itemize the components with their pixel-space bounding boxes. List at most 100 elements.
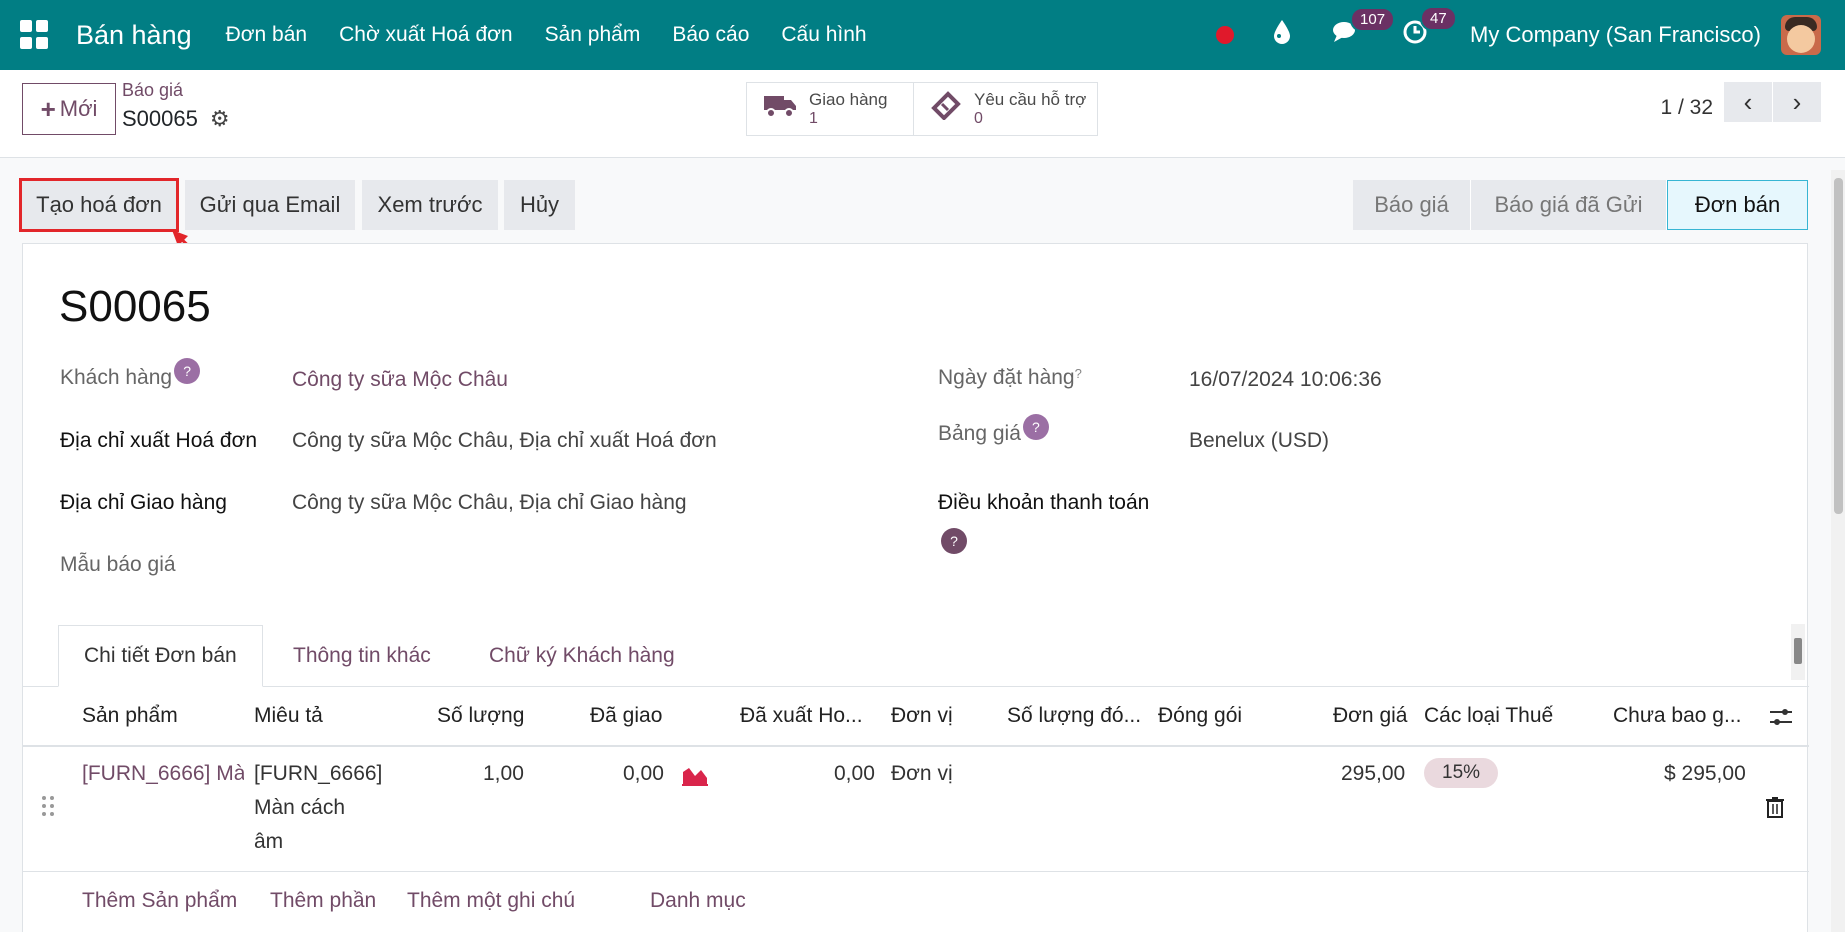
highlight-box [19, 178, 179, 232]
invoice-address-value[interactable]: Công ty sữa Mộc Châu, Địa chỉ xuất Hoá đ… [292, 429, 717, 453]
gear-icon[interactable]: ⚙ [210, 106, 230, 132]
support-label: Yêu cầu hỗ trợ [974, 90, 1087, 109]
delivery-address-label: Địa chỉ Giao hàng [60, 491, 227, 514]
col-taxes[interactable]: Các loại Thuế [1424, 704, 1553, 728]
breadcrumb[interactable]: Báo giá [122, 80, 183, 101]
record-name: S00065 ⚙ [122, 106, 230, 132]
line-subtotal: $ 295,00 [1664, 762, 1746, 785]
help-mark[interactable]: ? [1075, 366, 1082, 381]
menu-orders[interactable]: Đơn bán [226, 23, 308, 47]
new-button-label: Mới [59, 96, 98, 121]
area-chart-icon[interactable] [681, 764, 709, 791]
delivery-label: Giao hàng [809, 90, 888, 109]
payment-terms-label: Điều khoản thanh toán [938, 491, 1150, 514]
menu-configuration[interactable]: Cấu hình [781, 23, 866, 47]
col-packaging[interactable]: Đóng gói [1158, 704, 1242, 728]
support-smart-button[interactable]: Yêu cầu hỗ trợ 0 [913, 82, 1098, 136]
status-bar: Báo giá Báo giá đã Gửi Đơn bán [1353, 180, 1808, 230]
clock-icon[interactable]: 47 [1402, 5, 1457, 53]
apps-icon[interactable] [20, 20, 50, 50]
help-icon[interactable]: ? [1022, 414, 1049, 440]
page-title: S00065 [59, 282, 211, 331]
truck-icon [763, 92, 797, 126]
pager-value[interactable]: 1 / 32 [1660, 88, 1713, 128]
form-sheet: S00065 Khách hàng? Công ty sữa Mộc Châu … [22, 243, 1809, 932]
add-product-link[interactable]: Thêm Sản phẩm [82, 889, 237, 913]
app-name[interactable]: Bán hàng [76, 20, 192, 51]
line-product[interactable]: [FURN_6666] Mà [82, 762, 244, 786]
help-icon[interactable]: ? [941, 528, 967, 554]
pricelist-label: Bảng giá? [938, 414, 1049, 448]
chevron-left-icon[interactable]: ‹ [1724, 82, 1772, 122]
top-navbar: Bán hàng Đơn bán Chờ xuất Hoá đơn Sản ph… [0, 0, 1845, 70]
ticket-icon [930, 90, 962, 128]
page-scrollbar[interactable] [1831, 170, 1845, 932]
line-invoiced[interactable]: 0,00 [834, 762, 875, 786]
col-uom[interactable]: Đơn vị [891, 704, 953, 728]
chat-icon[interactable]: 107 [1332, 6, 1396, 52]
catalog-link[interactable]: Danh mục [650, 889, 746, 913]
line-quantity[interactable]: 1,00 [483, 762, 524, 786]
tab-customer-signature[interactable]: Chữ ký Khách hàng [464, 625, 700, 687]
tab-order-lines[interactable]: Chi tiết Đơn bán [58, 625, 263, 687]
line-description-2[interactable]: Màn cách [254, 796, 345, 820]
tab-other-info[interactable]: Thông tin khác [268, 625, 456, 687]
pricelist-value[interactable]: Benelux (USD) [1189, 429, 1329, 453]
delivery-count: 1 [809, 110, 818, 127]
record-name-text: S00065 [122, 106, 198, 131]
chevron-right-icon[interactable]: › [1773, 82, 1821, 122]
notebook-tabs: Chi tiết Đơn bán Thông tin khác Chữ ký K… [23, 625, 1809, 687]
activities-badge: 47 [1420, 5, 1457, 31]
customer-label: Khách hàng? [60, 358, 201, 392]
order-date-value[interactable]: 16/07/2024 10:06:36 [1189, 368, 1382, 392]
avatar[interactable] [1781, 15, 1821, 55]
menu-reporting[interactable]: Báo cáo [672, 23, 749, 47]
line-description-1[interactable]: [FURN_6666] [254, 762, 382, 786]
col-description[interactable]: Miêu tả [254, 704, 323, 728]
order-date-label-text: Ngày đặt hàng [938, 366, 1075, 389]
delivery-address-value[interactable]: Công ty sữa Mộc Châu, Địa chỉ Giao hàng [292, 491, 687, 515]
new-button[interactable]: + Mới [22, 83, 116, 135]
stage-quotation-sent[interactable]: Báo giá đã Gửi [1471, 180, 1667, 230]
add-section-link[interactable]: Thêm phần [270, 889, 376, 913]
line-unit-price[interactable]: 295,00 [1341, 762, 1405, 786]
col-invoiced[interactable]: Đã xuất Ho... [740, 704, 863, 728]
record-dot-icon[interactable] [1216, 26, 1235, 44]
col-subtotal[interactable]: Chưa bao g... [1613, 704, 1741, 728]
menu-to-invoice[interactable]: Chờ xuất Hoá đơn [339, 23, 512, 47]
quotation-template-label: Mẫu báo giá [60, 553, 176, 576]
col-product[interactable]: Sản phẩm [82, 704, 178, 728]
send-email-button[interactable]: Gửi qua Email [185, 180, 355, 230]
stage-quotation[interactable]: Báo giá [1353, 180, 1471, 230]
control-panel: + Mới Báo giá S00065 ⚙ Giao hàng 1 Yêu cầ… [0, 70, 1845, 158]
drop-icon[interactable] [1272, 19, 1292, 52]
trash-icon[interactable] [1765, 796, 1785, 823]
messages-badge: 107 [1350, 6, 1396, 32]
cancel-button[interactable]: Hủy [504, 180, 575, 230]
company-switcher[interactable]: My Company (San Francisco) [1470, 22, 1761, 48]
tabs-scrollbar[interactable] [1791, 624, 1805, 680]
preview-button[interactable]: Xem trước [362, 180, 498, 230]
pricelist-label-text: Bảng giá [938, 422, 1021, 445]
order-date-label: Ngày đặt hàng? [938, 366, 1082, 390]
col-unit-price[interactable]: Đơn giá [1333, 704, 1407, 728]
support-count: 0 [974, 110, 983, 127]
line-description-3[interactable]: âm [254, 830, 283, 854]
add-note-link[interactable]: Thêm một ghi chú [407, 889, 575, 913]
customer-label-text: Khách hàng [60, 366, 173, 389]
col-delivered[interactable]: Đã giao [590, 704, 662, 728]
line-delivered[interactable]: 0,00 [623, 762, 664, 786]
settings-sliders-icon[interactable] [1768, 706, 1794, 733]
col-quantity[interactable]: Số lượng [437, 704, 524, 728]
plus-icon: + [40, 93, 56, 124]
customer-value[interactable]: Công ty sữa Mộc Châu [292, 368, 508, 392]
stage-sales-order[interactable]: Đơn bán [1667, 180, 1808, 230]
line-tax-badge[interactable]: 15% [1424, 758, 1499, 788]
line-uom[interactable]: Đơn vị [891, 762, 953, 786]
drag-handle-icon[interactable] [41, 794, 55, 818]
delivery-smart-button[interactable]: Giao hàng 1 [746, 82, 914, 136]
row-divider [23, 871, 1809, 872]
col-packaging-qty[interactable]: Số lượng đó... [1007, 704, 1141, 728]
help-icon[interactable]: ? [174, 358, 201, 384]
menu-products[interactable]: Sản phẩm [545, 23, 641, 47]
